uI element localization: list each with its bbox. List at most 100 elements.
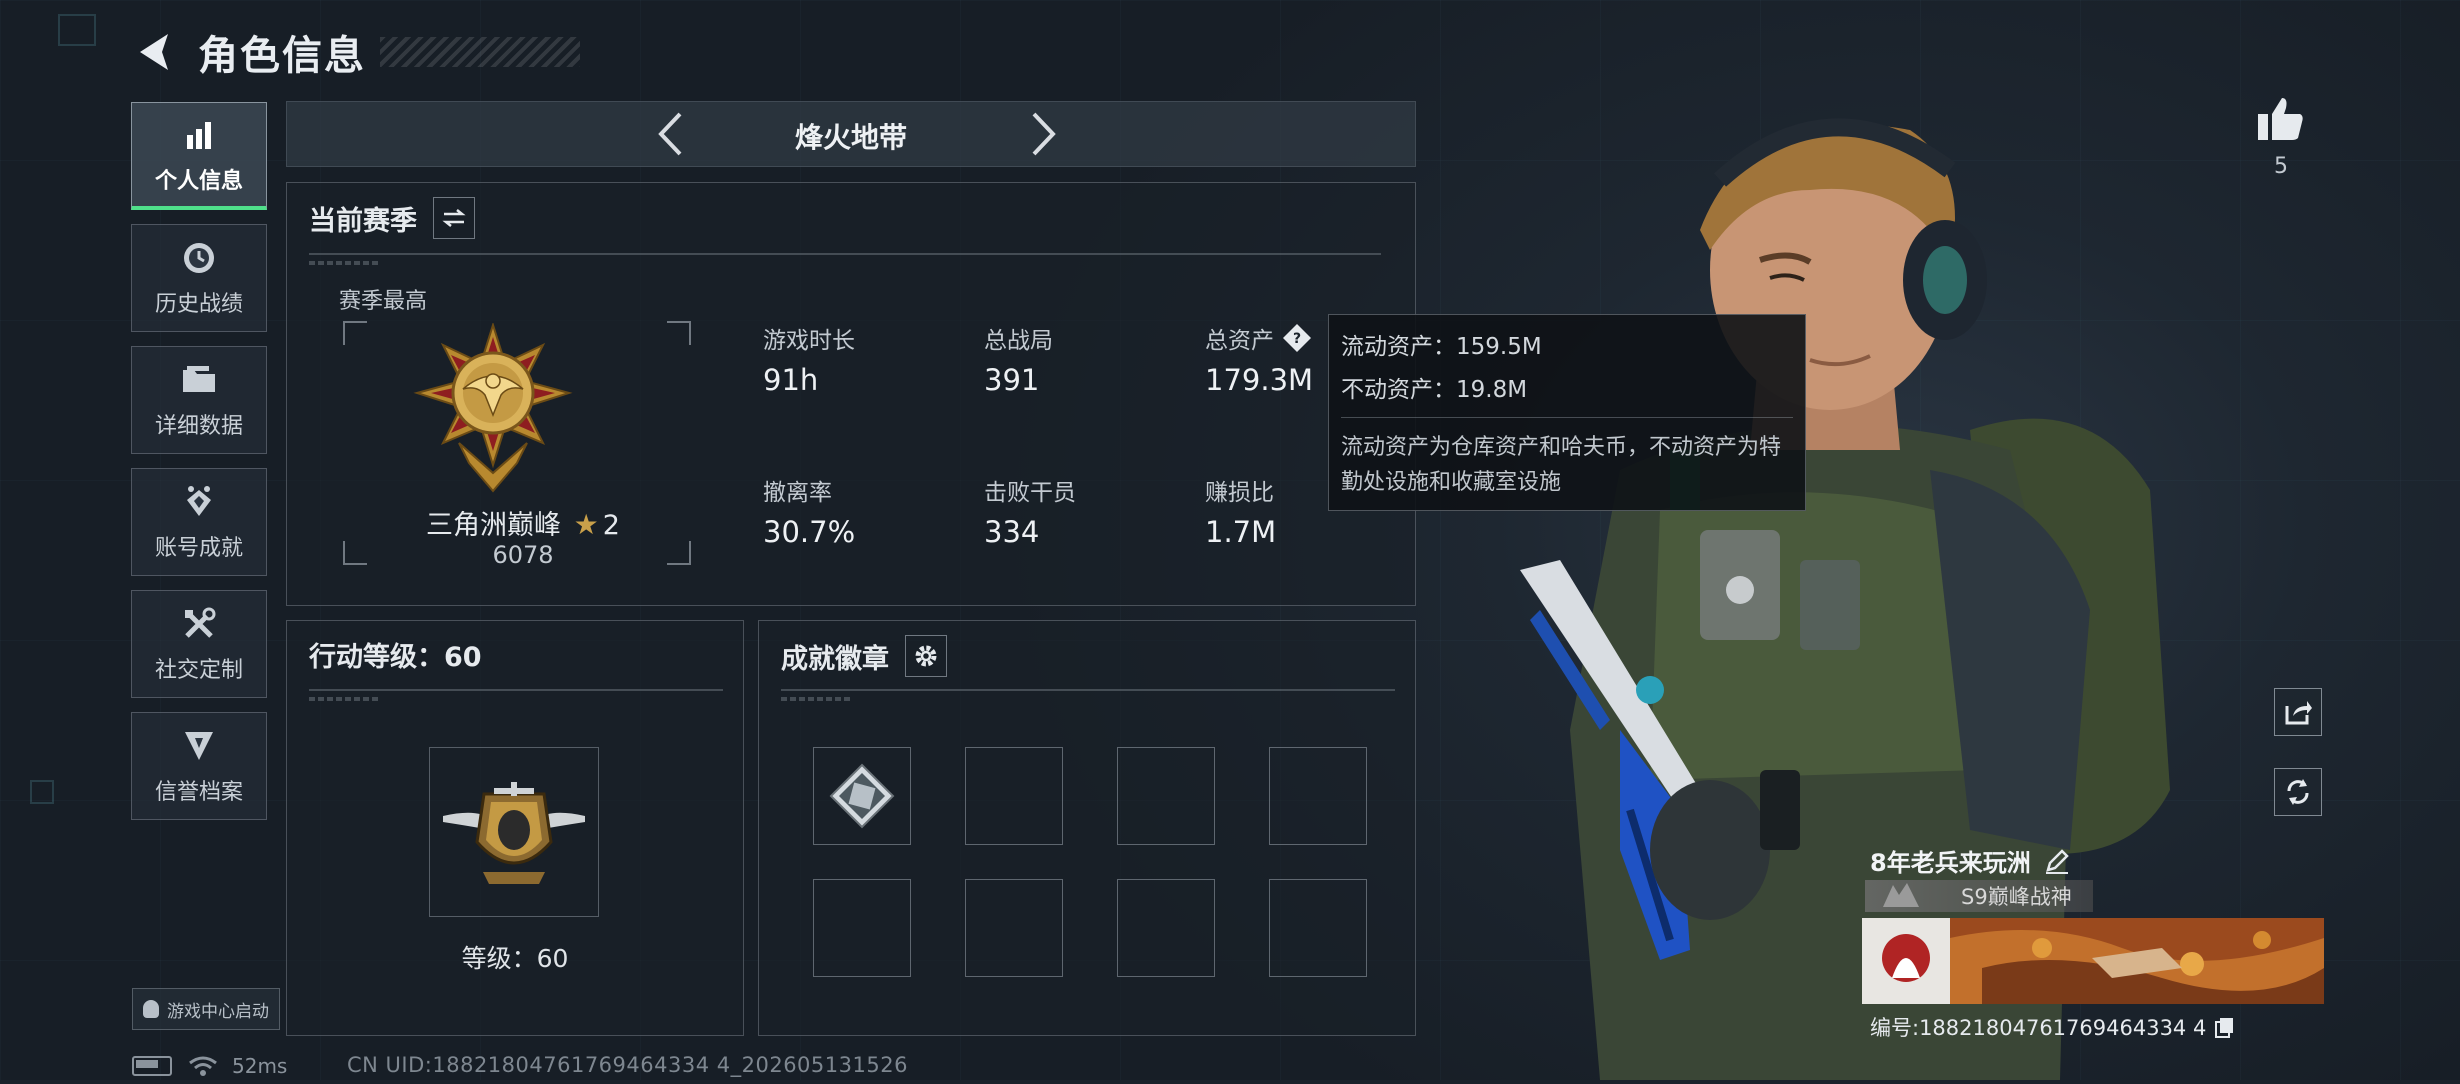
- wifi-icon: [189, 1056, 217, 1076]
- stat-label: 击败干员: [984, 480, 1076, 506]
- badge-slot[interactable]: [965, 879, 1063, 977]
- decor-text: [781, 697, 851, 701]
- level-header: 行动等级：60: [309, 635, 482, 674]
- stat-value: 334: [984, 515, 1040, 549]
- tools-icon: [179, 604, 219, 644]
- rank-score: 6078: [492, 541, 554, 569]
- ping-text: 52ms: [232, 1054, 288, 1078]
- assets-help-button[interactable]: ?: [1282, 323, 1312, 353]
- nav-label: 信誉档案: [154, 780, 243, 805]
- battery-icon: [132, 1056, 172, 1076]
- nav-item-personal-info[interactable]: 个人信息: [131, 102, 267, 210]
- like-button[interactable]: 5: [2256, 96, 2306, 179]
- season-switch-button[interactable]: [433, 197, 475, 239]
- back-button[interactable]: [132, 30, 176, 74]
- player-title-tag[interactable]: S9巅峰战神: [1865, 880, 2093, 912]
- tooltip-fixed-assets: 不动资产：19.8M: [1341, 377, 1528, 403]
- svg-text:?: ?: [1293, 331, 1301, 347]
- tooltip-liquid-assets: 流动资产：159.5M: [1341, 334, 1542, 360]
- tooltip-divider: [1341, 417, 1793, 418]
- edit-name-button[interactable]: [2043, 847, 2071, 875]
- stat-label: 赚损比: [1205, 480, 1274, 506]
- qq-icon: [143, 1000, 159, 1018]
- title-emblem-icon: [1883, 883, 1919, 907]
- stat-kills: 击败干员 334: [984, 473, 1076, 549]
- page-title: 角色信息: [198, 33, 366, 79]
- season-panel: 当前赛季 赛季最高 三角洲巅峰 ★ 2 6078 游戏时长 91h 总战局 39…: [286, 182, 1416, 606]
- badge-icon: [829, 763, 895, 829]
- rank-name-row: 三角洲巅峰 ★ 2: [353, 503, 693, 542]
- badges-settings-button[interactable]: [905, 635, 947, 677]
- badge-slot[interactable]: [965, 747, 1063, 845]
- badge-slot[interactable]: [1117, 879, 1215, 977]
- share-icon: [2285, 701, 2312, 725]
- page-header: 角色信息: [132, 22, 580, 82]
- badges-panel: 成就徽章: [758, 620, 1416, 1036]
- nav-item-credit[interactable]: 信誉档案: [131, 712, 267, 820]
- share-button[interactable]: [2274, 688, 2322, 736]
- badge-slot[interactable]: [1269, 747, 1367, 845]
- divider: [309, 253, 1381, 255]
- badge-slot[interactable]: [1117, 747, 1215, 845]
- game-center-launch-button[interactable]: 游戏中心启动: [132, 988, 280, 1030]
- badge-slot[interactable]: [813, 879, 911, 977]
- bar-chart-icon: [179, 115, 219, 155]
- player-name-row: 8年老兵来玩洲: [1870, 843, 2071, 878]
- player-title-text: S9巅峰战神: [1961, 885, 2072, 909]
- decor-text: [309, 261, 379, 265]
- level-title: 行动等级：60: [309, 642, 482, 673]
- stat-label: 总资产: [1205, 328, 1274, 354]
- uid-footer: CN UID:18821804761769464334 4_2026051315…: [347, 1053, 908, 1077]
- stat-value: 391: [984, 363, 1040, 397]
- rank-emblem: [413, 321, 573, 499]
- nav-item-achievements[interactable]: 账号成就: [131, 468, 267, 576]
- nav-item-detail-data[interactable]: 详细数据: [131, 346, 267, 454]
- swap-icon: [442, 209, 466, 227]
- mode-title: 烽火地带: [794, 121, 907, 154]
- nav-item-social[interactable]: 社交定制: [131, 590, 267, 698]
- stat-value: 179.3M: [1205, 363, 1314, 397]
- hud-corner-mark: [30, 780, 54, 804]
- decor-text: [309, 697, 379, 701]
- badge-slot[interactable]: [813, 747, 911, 845]
- title-decoration: [380, 37, 580, 67]
- nav-label: 历史战绩: [154, 292, 243, 317]
- stat-label: 总战局: [984, 328, 1053, 354]
- rank-name: 三角洲巅峰: [426, 510, 562, 541]
- gear-icon: [915, 645, 937, 667]
- season-title: 当前赛季: [309, 205, 417, 237]
- stat-play-time: 游戏时长 91h: [763, 321, 855, 397]
- thumbs-up-icon: [2258, 98, 2303, 140]
- level-badge-icon: [443, 782, 585, 884]
- chevron-right-icon: [1032, 112, 1056, 156]
- nav-label: 详细数据: [154, 414, 243, 439]
- history-icon: [179, 238, 219, 278]
- credit-icon: [179, 726, 219, 766]
- stat-value: 91h: [763, 363, 819, 397]
- nav-item-history[interactable]: 历史战绩: [131, 224, 267, 332]
- refresh-button[interactable]: [2274, 768, 2322, 816]
- stat-profit-ratio: 赚损比 1.7M: [1205, 473, 1276, 549]
- stat-total-assets: 总资产 ? 179.3M: [1205, 321, 1313, 397]
- achievement-icon: [179, 482, 219, 522]
- stat-label: 游戏时长: [763, 328, 855, 354]
- pencil-icon: [2045, 848, 2069, 874]
- star-icon: ★: [573, 508, 599, 541]
- frame-corner: [343, 321, 367, 345]
- level-panel: 行动等级：60 等级：60: [286, 620, 744, 1036]
- status-bar: 52ms: [132, 1054, 287, 1078]
- nav-label: 个人信息: [154, 168, 243, 194]
- assets-tooltip: 流动资产：159.5M 不动资产：19.8M 流动资产为仓库资产和哈夫币，不动资…: [1328, 314, 1806, 511]
- player-banner: [1862, 918, 2324, 1004]
- stat-total-matches: 总战局 391: [984, 321, 1053, 397]
- launch-label: 游戏中心启动: [167, 1001, 269, 1022]
- back-arrow-icon: [140, 34, 168, 70]
- badges-title: 成就徽章: [781, 643, 889, 675]
- badges-header: 成就徽章: [781, 635, 947, 677]
- badge-slot[interactable]: [1269, 879, 1367, 977]
- player-name: 8年老兵来玩洲: [1870, 849, 2031, 877]
- mode-next-button[interactable]: [1021, 111, 1067, 157]
- copy-button[interactable]: [2214, 1016, 2236, 1038]
- player-id: 编号:18821804761769464334 4: [1870, 1016, 2207, 1040]
- refresh-icon: [2287, 779, 2309, 805]
